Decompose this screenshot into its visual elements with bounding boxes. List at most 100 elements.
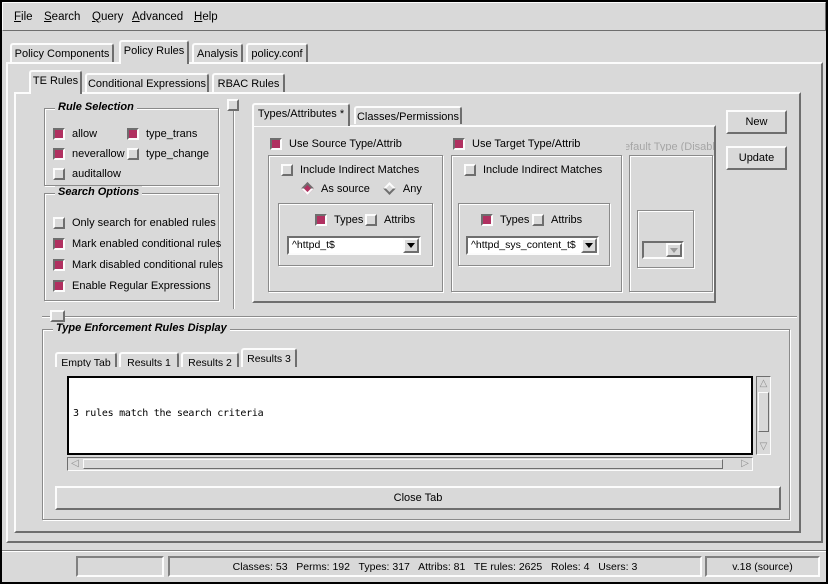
default-type-label: Default Type (Disabled) (626, 141, 714, 151)
tab-results-2[interactable]: Results 2 (181, 352, 239, 367)
vertical-scroll-thumb[interactable] (758, 392, 769, 432)
tab-classes-permissions[interactable]: Classes/Permissions (354, 106, 462, 124)
regex-checkbox[interactable] (53, 280, 65, 292)
te-rules-display-group: Type Enforcement Rules Display Empty Tab… (42, 329, 790, 520)
source-types-checkbox[interactable] (315, 214, 327, 226)
mark-disabled-checkbox[interactable] (53, 259, 65, 271)
checkbox-allow[interactable]: allow (53, 127, 97, 140)
allow-checkbox[interactable] (53, 128, 65, 140)
results-blank-line (73, 447, 747, 455)
use-source-label: Use Source Type/Attrib (289, 138, 402, 150)
menu-help[interactable]: Help (194, 11, 218, 23)
use-source-row[interactable]: Use Source Type/Attrib (270, 137, 402, 150)
as-source-radio[interactable] (301, 182, 314, 195)
checkbox-regex[interactable]: Enable Regular Expressions (53, 279, 211, 292)
target-attribs-label: Attribs (551, 214, 582, 226)
menu-advanced[interactable]: Advanced (132, 11, 183, 23)
tab-policy-components[interactable]: Policy Components (10, 43, 114, 62)
new-button[interactable]: New (726, 110, 787, 134)
target-indirect-row[interactable]: Include Indirect Matches (464, 163, 602, 176)
horizontal-sash-handle[interactable] (50, 310, 65, 322)
use-source-checkbox[interactable] (270, 138, 282, 150)
any-radio[interactable] (383, 182, 396, 195)
checkbox-mark-disabled[interactable]: Mark disabled conditional rules (53, 258, 223, 271)
tab-results-1[interactable]: Results 1 (119, 352, 179, 367)
target-attribs-checkbox[interactable] (532, 214, 544, 226)
horizontal-scroll-thumb[interactable] (83, 459, 723, 469)
use-target-checkbox[interactable] (453, 138, 465, 150)
neverallow-checkbox[interactable] (53, 148, 65, 160)
app-window: File Search Query Advanced Help Policy C… (0, 0, 828, 584)
target-type-value: ^httpd_sys_content_t$ (471, 239, 576, 251)
scroll-left-button[interactable]: ◁ (68, 458, 82, 470)
source-attribs-checkbox[interactable] (365, 214, 377, 226)
te-rules-display-title: Type Enforcement Rules Display (53, 322, 230, 334)
tab-analysis[interactable]: Analysis (192, 43, 243, 62)
horizontal-sash[interactable] (42, 316, 797, 318)
search-options-title: Search Options (55, 186, 142, 198)
as-source-label: As source (321, 183, 370, 195)
menu-search[interactable]: Search (44, 11, 80, 23)
neverallow-label: neverallow (72, 148, 125, 160)
scroll-down-button[interactable]: ▽ (757, 440, 770, 454)
tab-te-rules[interactable]: TE Rules (29, 70, 82, 94)
types-attributes-panel: Use Source Type/Attrib Include Indirect … (252, 125, 716, 303)
enabled-only-checkbox[interactable] (53, 217, 65, 229)
source-types-label: Types (334, 214, 363, 226)
results-vertical-scrollbar[interactable]: △ ▽ (756, 376, 771, 455)
checkbox-type-change[interactable]: type_change (127, 147, 209, 160)
type-change-label: type_change (146, 148, 209, 160)
checkbox-enabled-only[interactable]: Only search for enabled rules (53, 216, 216, 229)
source-radio-row: As source Any (301, 182, 422, 195)
tab-policy-rules[interactable]: Policy Rules (119, 40, 189, 64)
checkbox-mark-enabled[interactable]: Mark enabled conditional rules (53, 237, 221, 250)
tab-results-3[interactable]: Results 3 (241, 348, 297, 367)
source-type-value: ^httpd_t$ (292, 239, 335, 251)
source-combo-dropdown-button[interactable] (403, 238, 419, 253)
auditallow-checkbox[interactable] (53, 168, 65, 180)
menu-file[interactable]: File (14, 11, 33, 23)
source-type-combobox[interactable]: ^httpd_t$ (287, 236, 421, 255)
tab-types-attributes[interactable]: Types/Attributes * (252, 103, 350, 126)
mark-enabled-checkbox[interactable] (53, 238, 65, 250)
source-indirect-row[interactable]: Include Indirect Matches (281, 163, 419, 176)
tab-empty-tab[interactable]: Empty Tab (55, 352, 117, 367)
checkbox-neverallow[interactable]: neverallow (53, 147, 125, 160)
scroll-up-button[interactable]: △ (757, 377, 770, 391)
type-trans-checkbox[interactable] (127, 128, 139, 140)
rule-selection-title: Rule Selection (55, 101, 137, 113)
target-types-row[interactable]: Types (481, 213, 529, 226)
update-button[interactable]: Update (726, 146, 787, 170)
target-combo-dropdown-button[interactable] (581, 238, 597, 253)
target-attribs-row[interactable]: Attribs (532, 213, 582, 226)
default-type-frame (629, 155, 713, 292)
use-target-row[interactable]: Use Target Type/Attrib (453, 137, 580, 150)
status-stats-text: Classes: 53 Perms: 192 Types: 317 Attrib… (233, 561, 638, 573)
results-horizontal-scrollbar[interactable]: ◁ ▷ (67, 457, 753, 471)
use-target-label: Use Target Type/Attrib (472, 138, 580, 150)
tab-rbac-rules[interactable]: RBAC Rules (212, 73, 285, 92)
status-box-empty (76, 556, 164, 577)
tab-policy-conf[interactable]: policy.conf (246, 43, 308, 62)
allow-label: allow (72, 128, 97, 140)
menu-query[interactable]: Query (92, 11, 123, 23)
chevron-down-icon (670, 248, 678, 253)
type-change-checkbox[interactable] (127, 148, 139, 160)
target-types-frame: Types Attribs ^httpd_sys_content_t$ (458, 203, 610, 266)
source-attribs-row[interactable]: Attribs (365, 213, 415, 226)
results-text-area[interactable]: 3 rules match the search criteria (5822)… (67, 376, 753, 455)
status-box-version: v.18 (source) (705, 556, 820, 577)
target-types-checkbox[interactable] (481, 214, 493, 226)
vertical-sash-handle[interactable] (227, 99, 239, 111)
tab-conditional-expressions[interactable]: Conditional Expressions (85, 73, 209, 92)
source-types-row[interactable]: Types (315, 213, 363, 226)
checkbox-auditallow[interactable]: auditallow (53, 167, 121, 180)
target-indirect-checkbox[interactable] (464, 164, 476, 176)
close-tab-button[interactable]: Close Tab (55, 486, 781, 510)
scroll-right-button[interactable]: ▷ (738, 458, 752, 470)
source-indirect-checkbox[interactable] (281, 164, 293, 176)
checkbox-type-trans[interactable]: type_trans (127, 127, 197, 140)
statusbar-separator-highlight (2, 551, 826, 552)
target-type-combobox[interactable]: ^httpd_sys_content_t$ (466, 236, 599, 255)
vertical-sash[interactable] (233, 101, 235, 309)
